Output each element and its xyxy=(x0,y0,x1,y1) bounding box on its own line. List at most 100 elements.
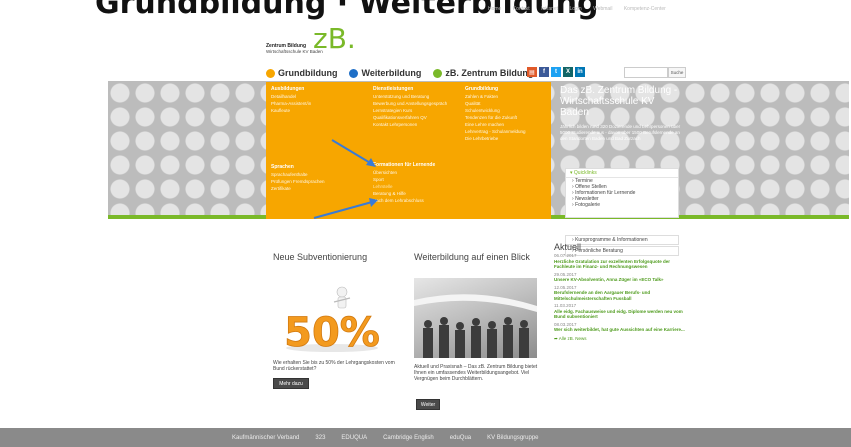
news-item[interactable]: 08.03.2017 Wer sich weiterbildet, hat gu… xyxy=(554,322,689,333)
quicklinks-panel: ▾ Quicklinks › Termine › Offene Stellen … xyxy=(565,168,679,218)
mega-col-2: Dienstleistungen Unterstützung und Berat… xyxy=(373,86,447,128)
facebook-icon[interactable]: f xyxy=(539,67,549,77)
news-item[interactable]: 06.07.2017 Herzliche Gratulation zur exz… xyxy=(554,253,689,270)
people-photo-icon xyxy=(414,294,537,358)
accordion-label: Kursprogramme & Informationen xyxy=(575,237,648,243)
mega-link[interactable]: Bewerbung und Anstellungsgespräch xyxy=(373,100,447,107)
mega-link[interactable]: Schulentwicklung xyxy=(465,107,526,114)
news-headline[interactable]: Alle eidg. Fachausweise und eidg. Diplom… xyxy=(554,309,689,320)
mega-link[interactable]: Zertifikate xyxy=(271,185,325,192)
mega-link[interactable]: Zahlen & Fakten xyxy=(465,93,526,100)
mega-link[interactable]: Tendenzen für die Zukunft xyxy=(465,114,526,121)
nav-grundbildung-label: Grundbildung xyxy=(278,68,338,78)
mega-col-2b: Formationen für Lernende Übersichten Spo… xyxy=(373,162,435,204)
quicklink-item[interactable]: › Fotogalerie xyxy=(566,202,678,208)
mega-link[interactable]: Die Lehrbetriebe xyxy=(465,135,526,142)
mega-link[interactable]: Kontakt Lehrpersonen xyxy=(373,121,447,128)
mega-link[interactable]: Unterstützung und Beratung xyxy=(373,93,447,100)
news-headline[interactable]: Unsere KV-Absolventin, Anna Züger im «EC… xyxy=(554,277,689,283)
footer-logo[interactable]: EDUQUA xyxy=(341,435,367,441)
mega-link[interactable]: Übersichten xyxy=(373,169,435,176)
xing-icon[interactable]: X xyxy=(563,67,573,77)
badge-text: 50% xyxy=(284,310,380,354)
mega-col-3: Grundbildung Zahlen & Fakten Qualität Sc… xyxy=(465,86,526,142)
mega-heading-grundbildung[interactable]: Grundbildung xyxy=(465,86,526,93)
footer-logo[interactable]: Cambridge English xyxy=(383,435,434,441)
mega-menu: Ausbildungen Detailhandel Pharma-Assiste… xyxy=(266,82,551,219)
twitter-icon[interactable]: t xyxy=(551,67,561,77)
footer-logo[interactable]: Kaufmännischer Verband xyxy=(232,435,299,441)
site-logo[interactable]: zB. Zentrum Bildung Wirtschaftsschule KV… xyxy=(266,22,376,62)
top-links: Home Kontakt Intranet Login Webmail Komp… xyxy=(488,6,676,12)
mega-heading-sprachen[interactable]: Sprachen xyxy=(271,164,325,171)
subv-title: Neue Subventionierung xyxy=(273,252,368,262)
mega-link[interactable]: Pharma-Assistent/in xyxy=(271,100,311,107)
mega-link[interactable]: Lehrvertrag - Schulanmeldung xyxy=(465,128,526,135)
all-news-link[interactable]: ➦ Alle zB. News xyxy=(554,336,689,342)
quicklinks-heading[interactable]: ▾ Quicklinks xyxy=(566,169,678,178)
footer-logos: Kaufmännischer Verband 323 EDUQUA Cambri… xyxy=(0,428,851,447)
hero-info: Das zB. Zentrum Bildung - Wirtschaftssch… xyxy=(560,85,685,142)
mega-link[interactable]: Kaufleute xyxy=(271,107,311,114)
main-nav: Grundbildung Weiterbildung zB. Zentrum B… xyxy=(266,67,545,79)
orange-dot-icon xyxy=(266,68,275,78)
mega-link[interactable]: Beratung & Hilfe xyxy=(373,190,435,197)
mega-link[interactable]: Qualifikationsverfahren QV xyxy=(373,114,447,121)
mega-link[interactable]: Qualität xyxy=(465,100,526,107)
mega-link[interactable]: Sprachaufenthalte xyxy=(271,171,325,178)
green-dot-icon xyxy=(433,68,443,78)
toplink-intranet[interactable]: Intranet xyxy=(541,6,558,12)
mega-link[interactable]: Eine Lehre machen xyxy=(465,121,526,128)
hero-text: Jährlich bilden rund 320 Dozierende und … xyxy=(560,124,681,141)
toplink-webmail[interactable]: Webmail xyxy=(593,6,612,12)
nav-grundbildung[interactable]: Grundbildung xyxy=(266,68,337,78)
nav-zentrum-label: zB. Zentrum Bildung xyxy=(445,68,534,78)
all-news-label: Alle zB. News xyxy=(558,335,587,341)
mega-heading-ausbildungen[interactable]: Ausbildungen xyxy=(271,86,311,93)
weiter-title: Weiterbildung auf einen Blick xyxy=(414,252,530,262)
nav-zentrum-bildung[interactable]: zB. Zentrum Bildung xyxy=(433,68,533,78)
weiterbildung-photo xyxy=(414,278,537,358)
mehr-dazu-button[interactable]: Mehr dazu xyxy=(273,378,309,389)
mega-link[interactable]: Lehrstelle xyxy=(373,183,435,190)
news-item[interactable]: 29.05.2017 Unsere KV-Absolventin, Anna Z… xyxy=(554,272,689,283)
mega-col-1: Ausbildungen Detailhandel Pharma-Assiste… xyxy=(271,86,311,114)
annotation-arrow-icon xyxy=(313,198,378,219)
subsidy-50-percent-icon: 50% xyxy=(284,286,380,354)
mega-link[interactable]: Lernstrategien Kurs xyxy=(373,107,447,114)
blue-dot-icon xyxy=(349,68,359,78)
accordion-kursprogramme[interactable]: › Kursprogramme & Informationen xyxy=(565,235,679,245)
news-headline[interactable]: Berufslernende an den Aargauer Berufs- u… xyxy=(554,290,689,301)
search-button[interactable]: Suche xyxy=(668,67,686,78)
nav-weiterbildung-label: Weiterbildung xyxy=(361,68,422,78)
weiter-button[interactable]: Weiter xyxy=(416,399,440,410)
toplink-login[interactable]: Login xyxy=(569,6,581,12)
news-title: Aktuell xyxy=(554,242,582,252)
mega-link[interactable]: Sport xyxy=(373,176,435,183)
share-arrow-icon: ➦ xyxy=(554,335,558,341)
footer-logo[interactable]: 323 xyxy=(315,435,325,441)
news-list: 06.07.2017 Herzliche Gratulation zur exz… xyxy=(554,253,689,341)
toplink-kontakt[interactable]: Kontakt xyxy=(513,6,530,12)
toplink-home[interactable]: Home xyxy=(488,6,501,12)
toplink-kompetenz[interactable]: Kompetenz-Center xyxy=(624,6,666,12)
footer-logo[interactable]: eduQua xyxy=(450,435,471,441)
mega-link[interactable]: Detailhandel xyxy=(271,93,311,100)
mega-col-1b: Sprachen Sprachaufenthalte Prüfungen Fre… xyxy=(271,164,325,192)
linkedin-icon[interactable]: in xyxy=(575,67,585,77)
subv-text: Wie erhalten Sie bis zu 50% der Lehrgang… xyxy=(273,360,395,372)
hero-title: Das zB. Zentrum Bildung - Wirtschaftssch… xyxy=(560,85,678,118)
search-input[interactable] xyxy=(624,67,668,78)
news-item[interactable]: 12.05.2017 Berufslernende an den Aargaue… xyxy=(554,285,689,302)
mega-heading-dienstleistungen[interactable]: Dienstleistungen xyxy=(373,86,447,93)
news-headline[interactable]: Wer sich weiterbildet, hat gute Aussicht… xyxy=(554,327,689,333)
nav-weiterbildung[interactable]: Weiterbildung xyxy=(349,68,421,78)
mega-link[interactable]: Nach dem Lehrabschluss xyxy=(373,197,435,204)
rss-icon[interactable]: ▤ xyxy=(527,67,537,77)
mega-heading-formationen[interactable]: Formationen für Lernende xyxy=(373,162,435,169)
news-headline[interactable]: Herzliche Gratulation zur exzellenten Er… xyxy=(554,259,689,270)
footer-logo[interactable]: KV Bildungsgruppe xyxy=(487,435,538,441)
annotation-arrow-icon xyxy=(331,139,376,167)
mega-link[interactable]: Prüfungen Fremdsprachen xyxy=(271,178,325,185)
news-item[interactable]: 11.03.2017 Alle eidg. Fachausweise und e… xyxy=(554,303,689,320)
